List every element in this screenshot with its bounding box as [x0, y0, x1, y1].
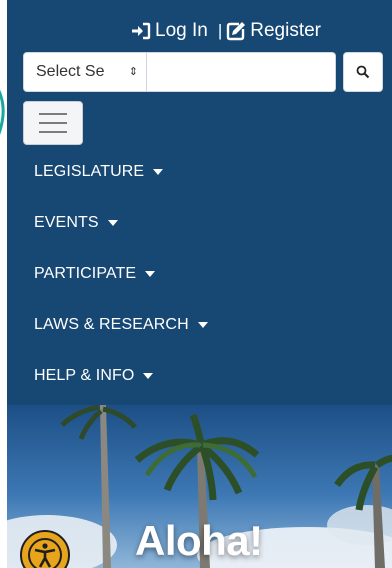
- search-icon: [356, 65, 370, 79]
- section-select-value: Select Se: [36, 63, 105, 80]
- menu-item-label: LEGISLATURE: [34, 162, 145, 180]
- decorative-curve: [0, 89, 5, 135]
- hamburger-icon: [39, 113, 67, 133]
- account-links: Log In | Register: [131, 18, 321, 44]
- section-select[interactable]: Select Se ⇕: [23, 52, 147, 92]
- main-menu: LEGISLATURE EVENTS PARTICIPATE LAWS & RE…: [7, 146, 392, 401]
- login-label: Log In: [155, 20, 208, 41]
- menu-item-label: EVENTS: [34, 213, 99, 231]
- menu-item-label: HELP & INFO: [34, 366, 135, 384]
- hero-title: Aloha!: [135, 517, 263, 564]
- search-input[interactable]: [147, 52, 336, 92]
- menu-item-legislature[interactable]: LEGISLATURE: [7, 146, 392, 197]
- edit-icon: [227, 22, 246, 41]
- menu-toggle-button[interactable]: [23, 101, 83, 145]
- caret-down-icon: [145, 270, 156, 277]
- caret-down-icon: [197, 321, 208, 328]
- menu-item-participate[interactable]: PARTICIPATE: [7, 248, 392, 299]
- site-navigation-panel: Log In | Register Select Se ⇕ LEGISLATUR…: [7, 0, 392, 405]
- caret-down-icon: [143, 372, 154, 379]
- register-link[interactable]: Register: [226, 20, 321, 42]
- menu-item-events[interactable]: EVENTS: [7, 197, 392, 248]
- auth-separator: |: [217, 21, 223, 40]
- menu-item-help-info[interactable]: HELP & INFO: [7, 350, 392, 401]
- menu-item-label: LAWS & RESEARCH: [34, 315, 189, 333]
- accessibility-icon: [28, 538, 62, 568]
- login-link[interactable]: Log In: [131, 20, 208, 42]
- select-updown-icon: ⇕: [128, 66, 138, 78]
- caret-down-icon: [153, 168, 164, 175]
- caret-down-icon: [107, 219, 118, 226]
- menu-item-laws-research[interactable]: LAWS & RESEARCH: [7, 299, 392, 350]
- sign-in-icon: [132, 22, 151, 40]
- menu-item-label: PARTICIPATE: [34, 264, 137, 282]
- search-bar: Select Se ⇕: [23, 52, 383, 94]
- register-label: Register: [250, 20, 321, 41]
- search-button[interactable]: [343, 52, 383, 92]
